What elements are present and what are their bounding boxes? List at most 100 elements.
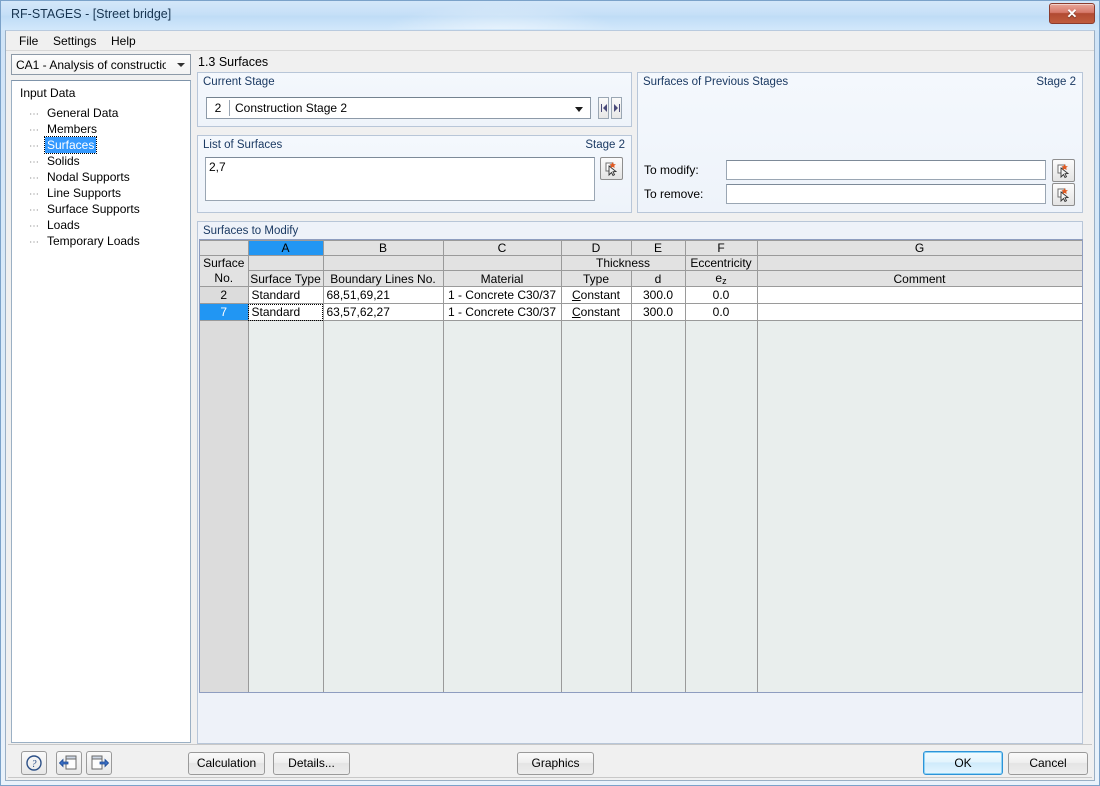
grid-header-comment: Comment	[757, 270, 1082, 287]
grid-col-letter-e[interactable]: E	[631, 240, 686, 256]
pick-surface-icon	[605, 162, 618, 177]
cell-surface-type[interactable]: Standard	[248, 303, 324, 321]
status-divider	[8, 777, 1092, 778]
list-of-surfaces-stage-label: Stage 2	[585, 139, 625, 151]
previous-page-button[interactable]	[56, 751, 82, 775]
help-question-icon: ?	[26, 755, 42, 771]
grid-header-surface-line1: Surface	[203, 256, 245, 270]
grid-empty-col-c[interactable]	[443, 320, 562, 692]
nav-prev-icon-bar	[601, 104, 602, 112]
sidebar-item-line-supports[interactable]: ⋯ Line Supports	[29, 185, 123, 201]
cell-boundary-lines[interactable]: 68,51,69,21	[323, 286, 444, 304]
grid-header-thickness: Thickness	[561, 255, 686, 271]
previous-stages-group: Surfaces of Previous Stages Stage 2 To m…	[637, 72, 1083, 213]
grid-col-letter-f[interactable]: F	[685, 240, 758, 256]
analysis-type-combobox[interactable]: CA1 - Analysis of construction st	[11, 54, 191, 75]
cancel-button[interactable]: Cancel	[1008, 752, 1088, 775]
to-remove-input[interactable]	[726, 184, 1046, 204]
next-page-button[interactable]	[86, 751, 112, 775]
nav-prev-icon	[603, 104, 607, 112]
cell-material[interactable]: 1 - Concrete C30/37	[443, 286, 562, 304]
bottom-toolbar: ? Calculation Details... Graphics OK Can…	[6, 747, 1094, 780]
calculation-button-label: Calculation	[196, 756, 257, 770]
cell-comment[interactable]	[757, 286, 1082, 304]
current-stage-group: Current Stage 2 Construction Stage 2	[197, 72, 632, 127]
details-button[interactable]: Details...	[273, 752, 350, 775]
pick-to-remove-button[interactable]	[1052, 183, 1075, 206]
menu-item-help[interactable]: Help	[104, 33, 143, 50]
table-row[interactable]: 7 Standard 63,57,62,27 1 - Concrete C30/…	[200, 303, 1082, 321]
grid-row-header-2[interactable]: 2	[200, 286, 249, 304]
surfaces-list-input[interactable]: 2,7	[205, 157, 595, 201]
to-modify-input[interactable]	[726, 160, 1046, 180]
grid-header-surface-no: Surface No.	[200, 255, 249, 287]
cell-thickness-type[interactable]: Constant	[561, 303, 632, 321]
graphics-button-label: Graphics	[531, 756, 580, 770]
close-button[interactable]: ✕	[1049, 3, 1095, 24]
sidebar-item-solids[interactable]: ⋯ Solids	[29, 153, 82, 169]
pick-surface-icon	[1057, 188, 1070, 203]
sidebar-item-temporary-loads[interactable]: ⋯ Temporary Loads	[29, 233, 142, 249]
title-bar: RF-STAGES - [Street bridge] ✕	[1, 1, 1099, 30]
calculation-button[interactable]: Calculation	[188, 752, 265, 775]
grid-col-letter-d[interactable]: D	[561, 240, 632, 256]
grid-empty-col-f[interactable]	[685, 320, 758, 692]
previous-stages-title: Surfaces of Previous Stages	[643, 76, 789, 88]
grid-empty-col-g[interactable]	[757, 320, 1082, 692]
sidebar-item-surface-supports[interactable]: ⋯ Surface Supports	[29, 201, 142, 217]
pick-to-modify-button[interactable]	[1052, 159, 1075, 182]
sidebar-item-general-data[interactable]: ⋯ General Data	[29, 105, 120, 121]
tree-root-label: Input Data	[20, 86, 76, 100]
menu-item-settings[interactable]: Settings	[46, 33, 103, 50]
grid-col-letter-a[interactable]: A	[248, 240, 324, 256]
table-row[interactable]: 2 Standard 68,51,69,21 1 - Concrete C30/…	[200, 286, 1082, 304]
svg-text:?: ?	[32, 759, 37, 770]
help-button[interactable]: ?	[21, 751, 47, 775]
grid-empty-col-a[interactable]	[248, 320, 324, 692]
menu-item-file[interactable]: File	[12, 33, 45, 50]
grid-col-letter-g[interactable]: G	[757, 240, 1082, 256]
ok-button[interactable]: OK	[923, 751, 1003, 775]
graphics-button[interactable]: Graphics	[517, 752, 594, 775]
sidebar-item-label: General Data	[47, 106, 119, 120]
navigator-tree[interactable]: Input Data ⋯ General Data ⋯ Members ⋯ Surfa…	[11, 80, 191, 743]
nav-next-icon-bar	[619, 104, 620, 112]
tree-branch-icon: ⋯	[29, 237, 40, 248]
grid-empty-col-e[interactable]	[631, 320, 686, 692]
grid-col-letter-b[interactable]: B	[323, 240, 444, 256]
grid-corner-cell[interactable]	[200, 240, 249, 256]
grid-empty-col-b[interactable]	[323, 320, 444, 692]
cell-thickness-d[interactable]: 300.0	[631, 286, 686, 304]
surfaces-to-modify-title: Surfaces to Modify	[203, 225, 299, 237]
sidebar-item-nodal-supports[interactable]: ⋯ Nodal Supports	[29, 169, 132, 185]
cell-comment[interactable]	[757, 303, 1082, 321]
sidebar-item-loads[interactable]: ⋯ Loads	[29, 217, 82, 233]
previous-stages-stage-label: Stage 2	[1036, 76, 1076, 88]
surfaces-table[interactable]: A B C D E F G Surface No. Thickness Ecce…	[199, 239, 1083, 693]
cell-boundary-lines[interactable]: 63,57,62,27	[323, 303, 444, 321]
grid-row-header-7[interactable]: 7	[200, 303, 249, 321]
stage-previous-button[interactable]	[598, 97, 609, 119]
grid-empty-col-d[interactable]	[561, 320, 632, 692]
details-button-label: Details...	[288, 756, 335, 770]
cell-surface-type[interactable]: Standard	[248, 286, 324, 304]
page-title: 1.3 Surfaces	[198, 55, 269, 69]
cell-thickness-d[interactable]: 300.0	[631, 303, 686, 321]
current-stage-combobox[interactable]: 2 Construction Stage 2	[206, 97, 591, 119]
stage-next-button[interactable]	[611, 97, 622, 119]
grid-header-surface-type: Surface Type	[248, 270, 324, 287]
nav-next-icon	[614, 104, 618, 112]
to-modify-label: To modify:	[644, 163, 699, 177]
cell-material[interactable]: 1 - Concrete C30/37	[443, 303, 562, 321]
sidebar-item-surfaces[interactable]: ⋯ Surfaces	[29, 136, 98, 154]
sidebar-item-label: Nodal Supports	[47, 170, 130, 184]
cell-thickness-type[interactable]: Constant	[561, 286, 632, 304]
sidebar-item-members[interactable]: ⋯ Members	[29, 121, 99, 137]
sidebar-item-label: Line Supports	[47, 186, 122, 200]
cell-eccentricity[interactable]: 0.0	[685, 303, 758, 321]
grid-header-thickness-type: Type	[561, 270, 632, 287]
grid-col-letter-c[interactable]: C	[443, 240, 562, 256]
cell-eccentricity[interactable]: 0.0	[685, 286, 758, 304]
grid-empty-rows[interactable]	[200, 320, 1082, 692]
pick-surfaces-button[interactable]	[600, 157, 623, 180]
